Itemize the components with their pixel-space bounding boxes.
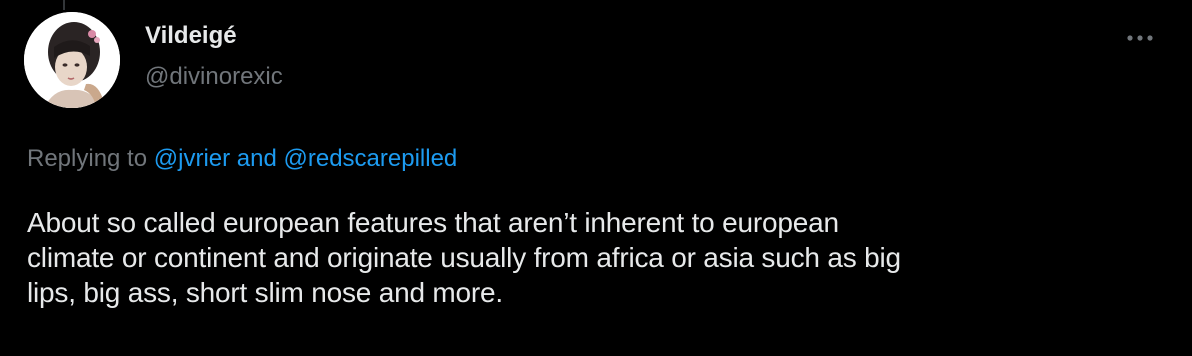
display-name[interactable]: Vildeigé	[145, 22, 237, 50]
mention-redscarepilled[interactable]: @redscarepilled	[284, 145, 458, 172]
user-handle[interactable]: @divinorexic	[145, 63, 283, 91]
reply-context: Replying to @jvrier and @redscarepilled	[27, 145, 457, 173]
thread-connector-line	[63, 0, 65, 10]
more-options-button[interactable]	[1118, 24, 1162, 52]
profile-photo-icon	[24, 12, 120, 108]
reply-prefix: Replying to	[27, 145, 148, 172]
tweet-text: About so called european features that a…	[27, 207, 901, 308]
avatar[interactable]	[24, 12, 120, 108]
tweet[interactable]: Vildeigé @divinorexic Replying to @jvrie…	[0, 0, 1192, 356]
mention-joiner[interactable]: and	[237, 145, 277, 172]
more-dots-icon	[1127, 35, 1153, 41]
mention-jvrier[interactable]: @jvrier	[154, 145, 230, 172]
